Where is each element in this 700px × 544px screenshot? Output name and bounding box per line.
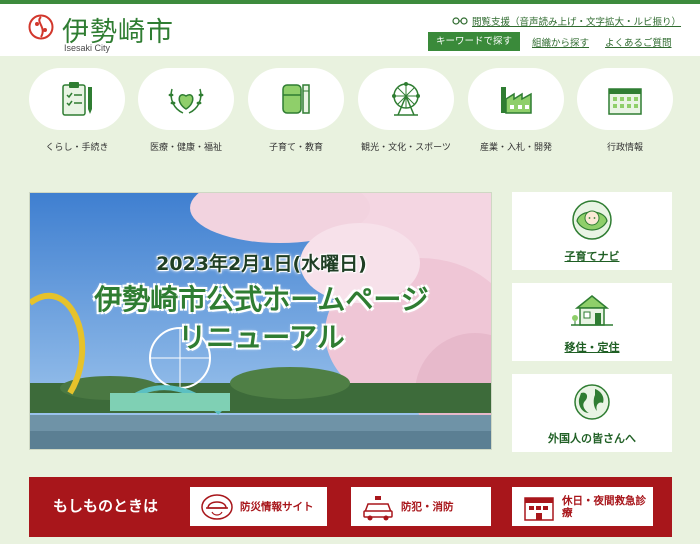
category-label: 行政情報 bbox=[606, 143, 643, 153]
baby-icon bbox=[572, 200, 612, 240]
category-administration[interactable]: 行政情報 bbox=[577, 68, 673, 153]
glasses-icon bbox=[452, 17, 468, 25]
category-childcare[interactable]: 子育て・教育 bbox=[248, 68, 344, 153]
category-health[interactable]: 医療・健康・福祉 bbox=[138, 68, 234, 153]
card-label: 移住・定住 bbox=[564, 341, 620, 354]
category-living[interactable]: くらし・手続き bbox=[29, 68, 125, 153]
hero-date: 2023年2月1日(水曜日) bbox=[156, 253, 367, 275]
disaster-helmet-icon bbox=[201, 493, 233, 520]
category-label: 産業・入札・開発 bbox=[479, 143, 552, 153]
category-label: 子育て・教育 bbox=[268, 143, 323, 153]
site-logo[interactable]: 伊勢崎市 Isesaki City bbox=[28, 12, 198, 56]
hero-title: 伊勢崎市公式ホームページ リニューアル bbox=[30, 281, 491, 357]
school-bag-icon bbox=[282, 84, 310, 114]
factory-icon bbox=[501, 87, 532, 114]
hero-title-line1: 伊勢崎市公式ホームページ bbox=[94, 283, 429, 316]
city-emblem-icon bbox=[28, 14, 54, 40]
category-label: くらし・手続き bbox=[45, 143, 109, 153]
card-relocation[interactable]: 移住・定住 bbox=[512, 283, 672, 361]
category-industry[interactable]: 産業・入札・開発 bbox=[468, 68, 564, 153]
faq-link[interactable]: よくあるご質問 bbox=[605, 35, 672, 49]
clipboard-icon bbox=[62, 82, 92, 116]
category-label: 医療・健康・福祉 bbox=[149, 143, 222, 153]
globe-icon bbox=[574, 384, 610, 420]
card-foreign-residents[interactable]: 外国人の皆さんへ bbox=[512, 374, 672, 452]
hospital-icon bbox=[524, 496, 554, 521]
emergency-bar: もしものときは 防災情報サイト 防犯・消防 休日・夜間救急診療 bbox=[29, 477, 672, 537]
emergency-clinic-label: 休日・夜間救急診療 bbox=[562, 494, 646, 519]
emergency-clinic-button[interactable]: 休日・夜間救急診療 bbox=[512, 487, 653, 526]
accessibility-link[interactable]: 閲覧支援（音声読み上げ・文字拡大・ルビ振り） bbox=[472, 14, 681, 28]
crime-fire-button[interactable]: 防犯・消防 bbox=[351, 487, 491, 526]
hero-title-line2: リニューアル bbox=[178, 321, 345, 354]
accessibility-support[interactable]: 閲覧支援（音声読み上げ・文字拡大・ルビ振り） bbox=[452, 14, 681, 28]
keyword-search-button[interactable]: キーワードで探す bbox=[428, 32, 520, 51]
site-header: 伊勢崎市 Isesaki City 閲覧支援（音声読み上げ・文字拡大・ルビ振り）… bbox=[0, 4, 700, 56]
emergency-title: もしものときは bbox=[53, 497, 159, 515]
category-label: 観光・文化・スポーツ bbox=[361, 143, 451, 153]
disaster-info-button[interactable]: 防災情報サイト bbox=[190, 487, 327, 526]
heart-wreath-icon bbox=[168, 88, 204, 114]
police-car-icon bbox=[363, 495, 393, 520]
crime-fire-label: 防犯・消防 bbox=[401, 500, 454, 513]
hero-banner[interactable]: 2023年2月1日(水曜日) 伊勢崎市公式ホームページ リニューアル bbox=[29, 192, 492, 450]
card-childcare-navi[interactable]: 子育てナビ bbox=[512, 192, 672, 270]
disaster-info-label: 防災情報サイト bbox=[240, 500, 314, 513]
city-hall-icon bbox=[608, 88, 642, 115]
card-label: 子育てナビ bbox=[564, 250, 620, 263]
category-tourism[interactable]: 観光・文化・スポーツ bbox=[358, 68, 454, 153]
house-icon bbox=[571, 295, 613, 326]
card-label: 外国人の皆さんへ bbox=[548, 432, 636, 445]
logo-subtitle: Isesaki City bbox=[64, 43, 111, 53]
ferris-wheel-icon bbox=[392, 82, 420, 116]
org-search-link[interactable]: 組織から探す bbox=[532, 35, 589, 49]
